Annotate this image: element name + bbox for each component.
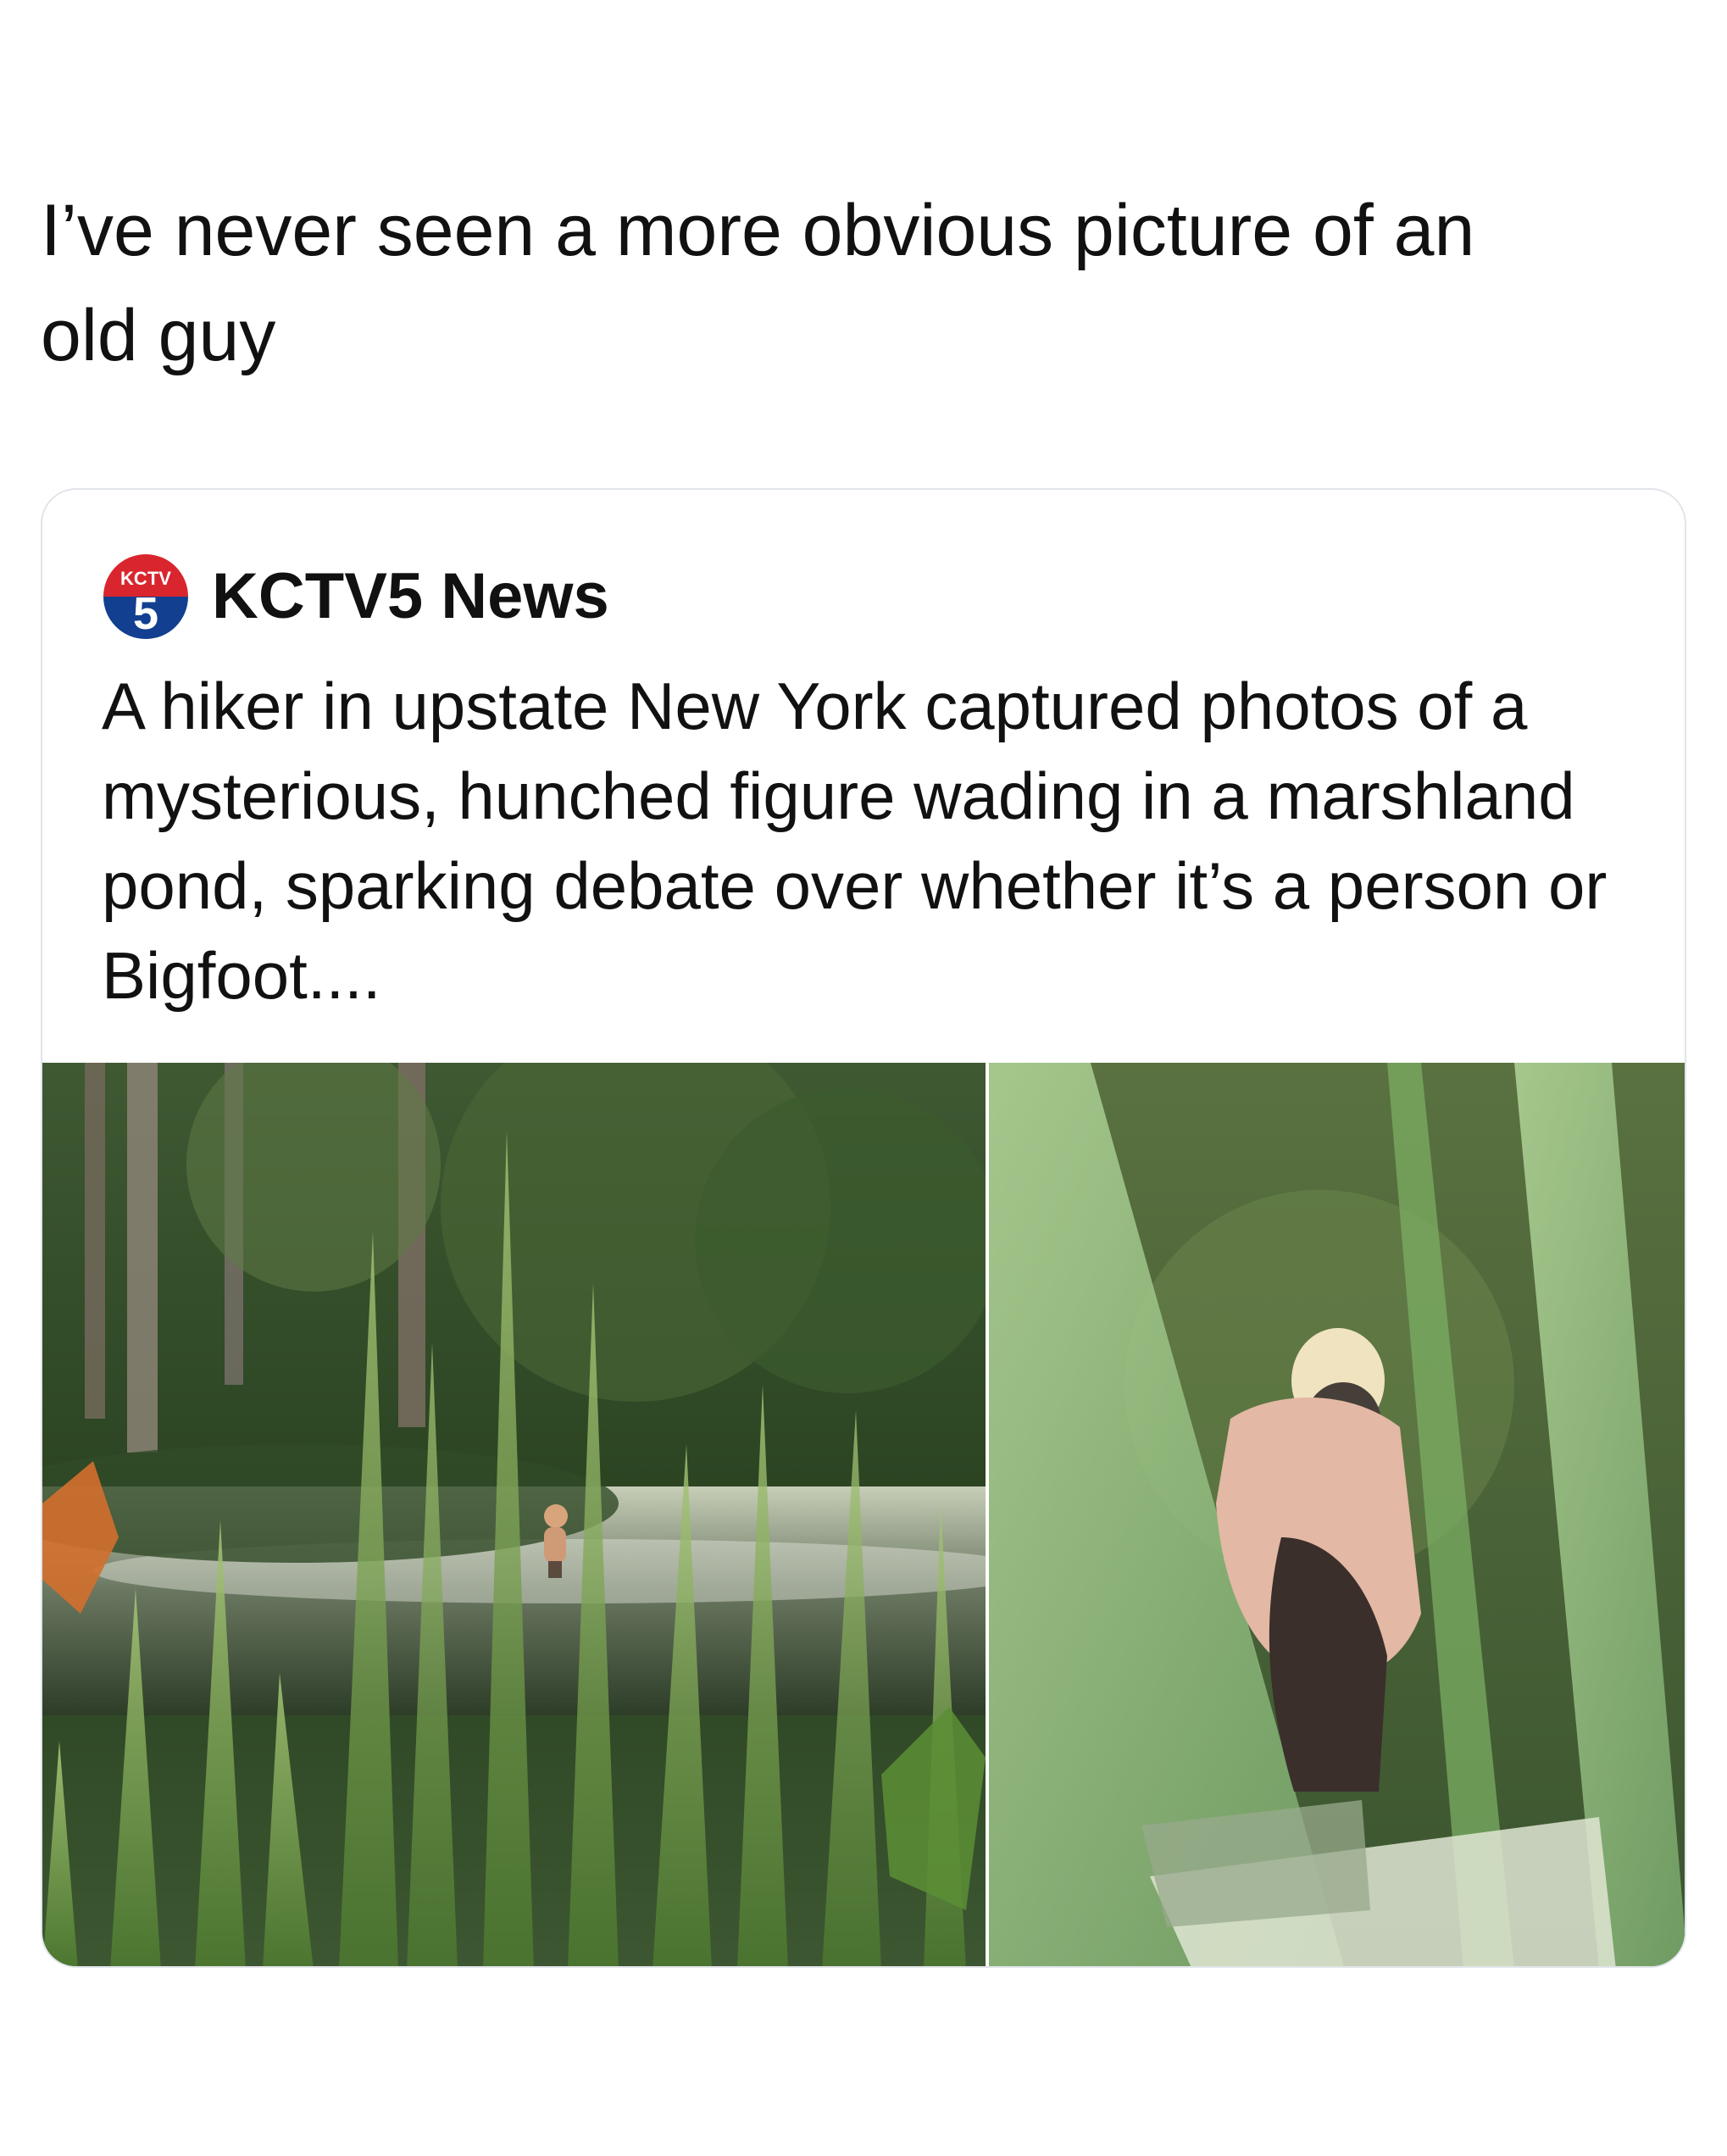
quoted-post-header: KCTV 5 KCTV5 News <box>102 553 609 641</box>
kctv5-logo: KCTV 5 <box>102 553 190 641</box>
logo-number: 5 <box>133 588 158 639</box>
quoted-media[interactable] <box>42 1063 1685 1966</box>
post-text: I’ve never seen a more obvious picture o… <box>41 190 1475 376</box>
quoted-post-card[interactable]: KCTV 5 KCTV5 News A hiker in upstate New… <box>41 488 1686 1968</box>
marsh-pond-photo[interactable] <box>42 1063 986 1966</box>
quoted-post-text: A hiker in upstate New York captured pho… <box>102 669 1608 1013</box>
logo-top-text: KCTV <box>120 568 171 589</box>
quoted-source-name[interactable]: KCTV5 News <box>212 564 609 629</box>
zoomed-figure-photo[interactable] <box>989 1063 1685 1966</box>
